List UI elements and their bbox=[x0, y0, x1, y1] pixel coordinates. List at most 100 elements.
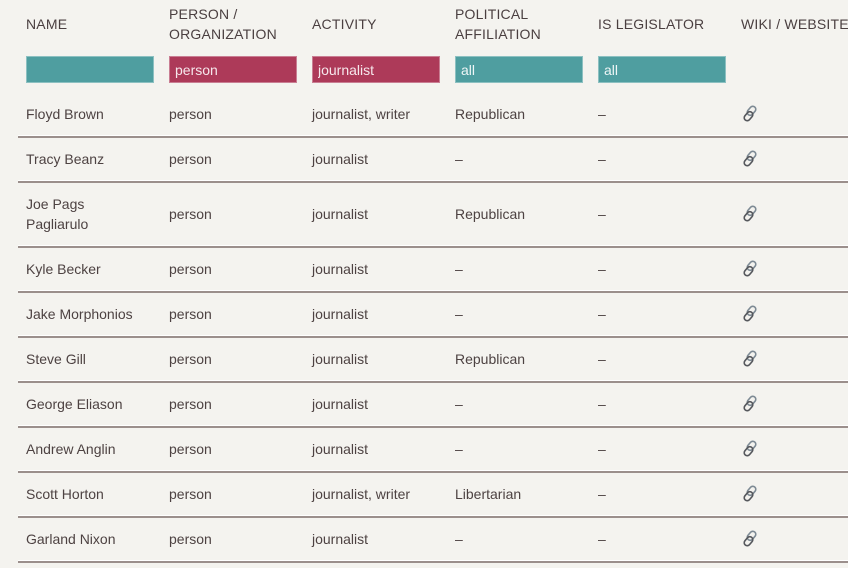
name-cell: Steve Gill bbox=[26, 351, 86, 367]
link-icon[interactable] bbox=[741, 529, 761, 549]
person-organization-cell: person bbox=[169, 531, 212, 547]
political-affiliation-cell: – bbox=[455, 151, 463, 167]
link-icon[interactable] bbox=[741, 394, 761, 414]
wiki-website-cell[interactable] bbox=[741, 383, 761, 425]
name-cell: Andrew Anglin bbox=[26, 441, 116, 457]
person-organization-cell: person bbox=[169, 106, 212, 122]
table-row: Tracy Beanz person journalist – – bbox=[0, 138, 848, 183]
column-header-label-line: POLITICAL bbox=[455, 6, 529, 22]
is-legislator-cell: – bbox=[598, 261, 606, 277]
political-affiliation-cell: – bbox=[455, 306, 463, 322]
wiki-website-cell[interactable] bbox=[741, 338, 761, 380]
name-cell: Kyle Becker bbox=[26, 261, 101, 277]
activity-cell: journalist, writer bbox=[312, 486, 411, 502]
column-header-label: NAME bbox=[26, 16, 68, 32]
activity-cell: journalist bbox=[312, 351, 369, 367]
political-affiliation-filter[interactable] bbox=[455, 56, 583, 83]
wiki-website-cell[interactable] bbox=[741, 248, 761, 290]
name-cell: Jake Morphonios bbox=[26, 306, 133, 322]
column-header-person-organization[interactable]: PERSON / ORGANIZATION bbox=[169, 0, 277, 48]
is-legislator-cell: – bbox=[598, 206, 606, 222]
column-header-label-line: PERSON / bbox=[169, 6, 238, 22]
column-header-activity[interactable]: ACTIVITY bbox=[312, 0, 377, 48]
row-divider bbox=[18, 560, 848, 563]
person-organization-cell: person bbox=[169, 441, 212, 457]
is-legislator-cell: – bbox=[598, 306, 606, 322]
link-icon[interactable] bbox=[741, 104, 761, 124]
link-icon[interactable] bbox=[741, 259, 761, 279]
person-organization-cell: person bbox=[169, 151, 212, 167]
activity-cell: journalist bbox=[312, 306, 369, 322]
link-icon[interactable] bbox=[741, 349, 761, 369]
is-legislator-cell: – bbox=[598, 106, 606, 122]
column-header-name[interactable]: NAME bbox=[26, 0, 67, 48]
column-header-label: WIKI / WEBSITE bbox=[741, 16, 848, 32]
political-affiliation-cell: – bbox=[455, 531, 463, 547]
link-icon[interactable] bbox=[741, 149, 761, 169]
column-header-is-legislator[interactable]: IS LEGISLATOR bbox=[598, 0, 704, 48]
table-body: Floyd Brown person journalist, writer Repub… bbox=[0, 93, 848, 563]
name-cell: Garland Nixon bbox=[26, 531, 116, 547]
name-filter-input[interactable] bbox=[26, 56, 154, 83]
column-header-label: IS LEGISLATOR bbox=[598, 16, 705, 32]
wiki-website-cell[interactable] bbox=[741, 473, 761, 515]
is-legislator-cell: – bbox=[598, 531, 606, 547]
link-icon[interactable] bbox=[741, 304, 761, 324]
name-cell: Joe Pags Pagliarulo bbox=[26, 183, 88, 245]
political-affiliation-cell: Republican bbox=[455, 351, 526, 367]
link-icon[interactable] bbox=[741, 484, 761, 504]
table-row: George Eliason person journalist – – bbox=[0, 383, 848, 428]
person-organization-cell: person bbox=[169, 351, 212, 367]
name-cell: Scott Horton bbox=[26, 486, 104, 502]
name-cell: Floyd Brown bbox=[26, 106, 104, 122]
name-cell: Tracy Beanz bbox=[26, 151, 105, 167]
name-cell: George Eliason bbox=[26, 396, 123, 412]
activity-cell: journalist bbox=[312, 531, 369, 547]
table-row: Steve Gill person journalist Republican – bbox=[0, 338, 848, 383]
column-header-label-line: AFFILIATION bbox=[455, 26, 541, 42]
is-legislator-cell: – bbox=[598, 486, 606, 502]
name-text: Joe Pags Pagliarulo bbox=[26, 194, 88, 234]
person-organization-cell: person bbox=[169, 306, 212, 322]
political-affiliation-cell: – bbox=[455, 261, 463, 277]
table-row: Joe Pags Pagliarulo person journalist Republ… bbox=[0, 183, 848, 248]
person-organization-cell: person bbox=[169, 396, 212, 412]
wiki-website-cell[interactable] bbox=[741, 183, 761, 245]
table-row: Andrew Anglin person journalist – – bbox=[0, 428, 848, 473]
column-header-political-affiliation[interactable]: POLITICAL AFFILIATION bbox=[455, 0, 541, 48]
link-icon[interactable] bbox=[741, 204, 761, 224]
wiki-website-cell[interactable] bbox=[741, 428, 761, 470]
is-legislator-filter[interactable] bbox=[598, 56, 726, 83]
political-affiliation-cell: Republican bbox=[455, 206, 526, 222]
table-header: NAME PERSON / ORGANIZATION ACTIVITY POLI… bbox=[0, 0, 848, 50]
wiki-website-cell[interactable] bbox=[741, 93, 761, 135]
table-row: Jake Morphonios person journalist – – bbox=[0, 293, 848, 338]
activity-filter[interactable] bbox=[312, 56, 440, 83]
column-header-label: ACTIVITY bbox=[312, 16, 377, 32]
activity-cell: journalist bbox=[312, 261, 369, 277]
is-legislator-cell: – bbox=[598, 351, 606, 367]
wiki-website-cell[interactable] bbox=[741, 518, 761, 560]
political-affiliation-cell: – bbox=[455, 441, 463, 457]
political-affiliation-cell: Republican bbox=[455, 106, 526, 122]
table-row: Kyle Becker person journalist – – bbox=[0, 248, 848, 293]
political-affiliation-cell: – bbox=[455, 396, 463, 412]
table-row: Garland Nixon person journalist – – bbox=[0, 518, 848, 563]
person-organization-cell: person bbox=[169, 486, 212, 502]
political-affiliation-cell: Libertarian bbox=[455, 486, 522, 502]
wiki-website-cell[interactable] bbox=[741, 293, 761, 335]
filter-row bbox=[0, 56, 848, 84]
is-legislator-cell: – bbox=[598, 396, 606, 412]
person-organization-cell: person bbox=[169, 206, 212, 222]
activity-cell: journalist bbox=[312, 151, 369, 167]
column-header-wiki-website[interactable]: WIKI / WEBSITE bbox=[741, 0, 848, 48]
link-icon[interactable] bbox=[741, 439, 761, 459]
is-legislator-cell: – bbox=[598, 151, 606, 167]
person-organization-filter[interactable] bbox=[169, 56, 297, 83]
person-organization-cell: person bbox=[169, 261, 212, 277]
is-legislator-cell: – bbox=[598, 441, 606, 457]
activity-cell: journalist bbox=[312, 206, 369, 222]
name-line: Pagliarulo bbox=[26, 216, 89, 232]
wiki-website-cell[interactable] bbox=[741, 138, 761, 180]
column-header-label-line: ORGANIZATION bbox=[169, 26, 277, 42]
